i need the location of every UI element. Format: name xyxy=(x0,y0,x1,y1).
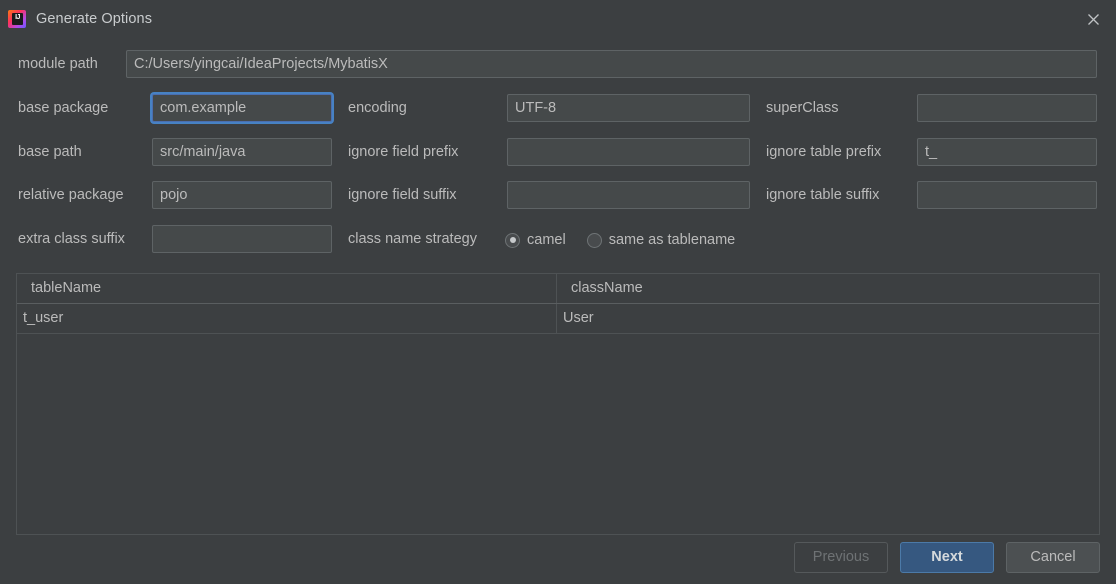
previous-button[interactable]: Previous xyxy=(794,542,888,573)
super-class-input[interactable] xyxy=(917,94,1097,122)
base-package-input[interactable] xyxy=(152,94,332,122)
radio-same-as-tablename[interactable]: same as tablename xyxy=(586,232,736,248)
column-header-tablename[interactable]: tableName xyxy=(17,274,557,303)
ignore-field-suffix-input[interactable] xyxy=(507,181,750,209)
base-package-label: base package xyxy=(18,100,109,116)
radio-camel-mark xyxy=(505,232,520,248)
ignore-table-prefix-label: ignore table prefix xyxy=(766,144,882,160)
class-name-strategy-radio-group: camel same as tablename xyxy=(505,225,749,255)
radio-camel[interactable]: camel xyxy=(505,232,566,248)
form-row-module-path: module path xyxy=(0,38,1116,82)
ignore-field-prefix-label: ignore field prefix xyxy=(348,144,459,160)
close-icon xyxy=(1087,13,1099,25)
column-header-classname[interactable]: className xyxy=(557,274,1099,303)
table-header-row: tableName className xyxy=(17,274,1099,304)
extra-class-suffix-label: extra class suffix xyxy=(18,231,125,247)
ignore-field-suffix-label: ignore field suffix xyxy=(348,187,457,203)
form-row-base-path: base path ignore field prefix ignore tab… xyxy=(0,126,1116,170)
generate-options-dialog: IJ Generate Options module path base pac… xyxy=(0,0,1116,584)
form-row-base-package: base package encoding superClass xyxy=(0,82,1116,126)
form-row-extra-class-suffix: extra class suffix class name strategy c… xyxy=(0,213,1116,257)
cell-tablename[interactable]: t_user xyxy=(17,304,557,333)
next-button[interactable]: Next xyxy=(900,542,994,573)
encoding-input[interactable] xyxy=(507,94,750,122)
extra-class-suffix-input[interactable] xyxy=(152,225,332,253)
relative-package-input[interactable] xyxy=(152,181,332,209)
dialog-footer: Previous Next Cancel xyxy=(794,542,1100,573)
radio-same-as-tablename-label: same as tablename xyxy=(608,232,736,248)
dialog-titlebar: IJ Generate Options xyxy=(0,0,1116,38)
table-row[interactable]: t_user User xyxy=(17,304,1099,334)
ignore-table-suffix-label: ignore table suffix xyxy=(766,187,880,203)
close-button[interactable] xyxy=(1070,0,1116,38)
cell-classname[interactable]: User xyxy=(557,304,1099,333)
app-icon-label: IJ xyxy=(15,14,20,21)
dialog-title: Generate Options xyxy=(36,11,153,27)
class-name-strategy-label: class name strategy xyxy=(348,231,477,247)
ignore-field-prefix-input[interactable] xyxy=(507,138,750,166)
encoding-label: encoding xyxy=(348,100,407,116)
module-path-label: module path xyxy=(18,56,98,72)
module-path-input[interactable] xyxy=(126,50,1097,78)
radio-camel-label: camel xyxy=(527,232,566,248)
intellij-idea-icon: IJ xyxy=(8,10,26,28)
base-path-input[interactable] xyxy=(152,138,332,166)
super-class-label: superClass xyxy=(766,100,839,116)
relative-package-label: relative package xyxy=(18,187,124,203)
ignore-table-prefix-input[interactable] xyxy=(917,138,1097,166)
tables-mapping-table[interactable]: tableName className t_user User xyxy=(16,273,1100,535)
ignore-table-suffix-input[interactable] xyxy=(917,181,1097,209)
radio-same-as-tablename-mark xyxy=(586,232,602,248)
form-row-relative-package: relative package ignore field suffix ign… xyxy=(0,169,1116,213)
base-path-label: base path xyxy=(18,144,82,160)
cancel-button[interactable]: Cancel xyxy=(1006,542,1100,573)
